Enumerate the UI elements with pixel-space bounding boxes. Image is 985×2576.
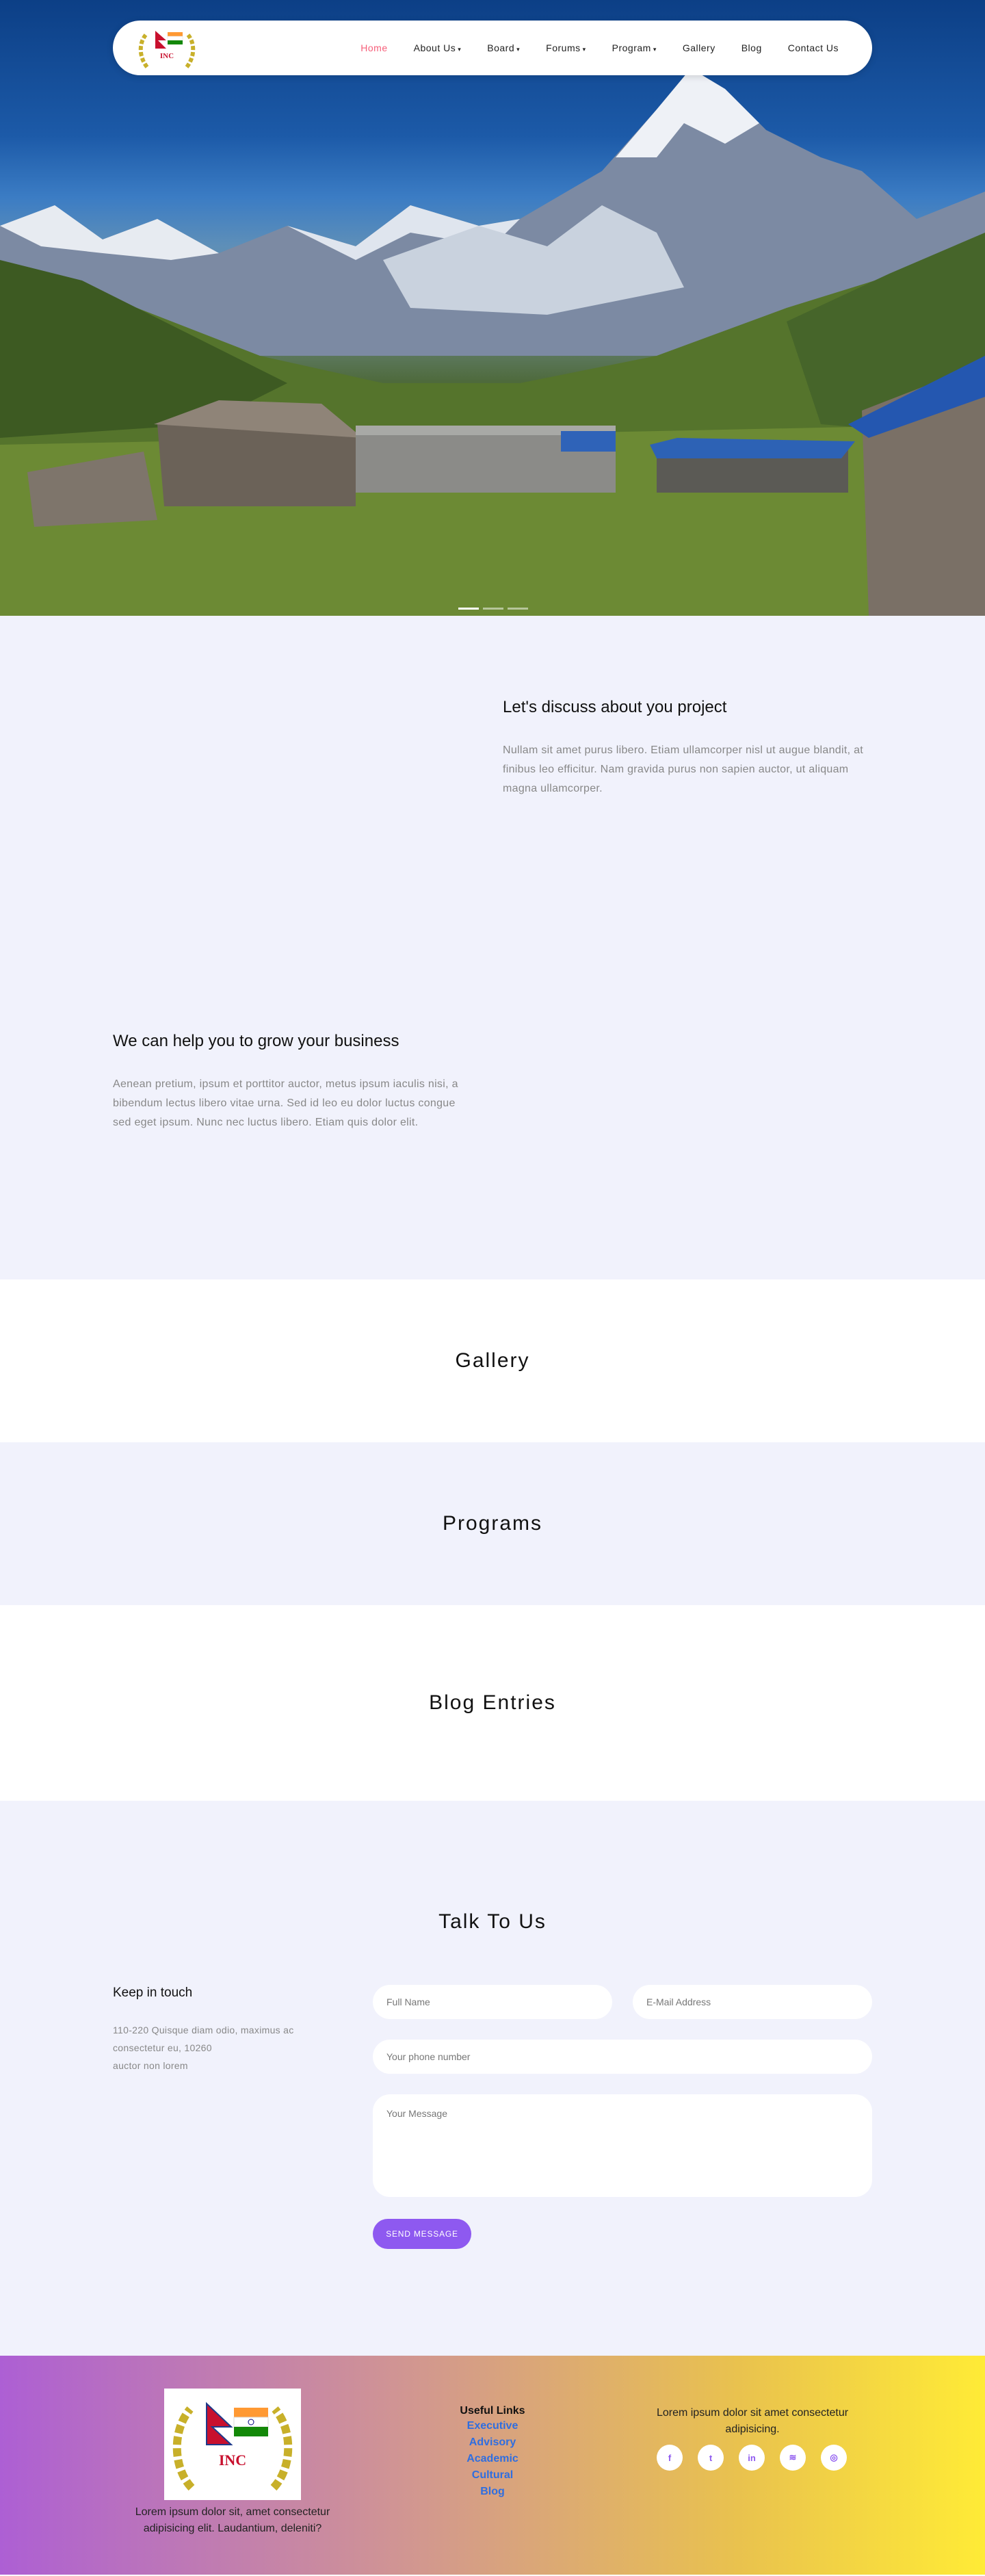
facebook-icon[interactable]: f (657, 2445, 683, 2471)
features-section: Let's discuss about you project Nullam s… (0, 616, 985, 1279)
nav-item-gallery[interactable]: Gallery (670, 42, 728, 53)
full-name-input[interactable]: Full Name (373, 1985, 612, 2019)
feature-text: Aenean pretium, ipsum et porttitor aucto… (113, 1078, 458, 1128)
address-text: 110-220 Quisque diam odio, maximus ac co… (113, 2021, 318, 2074)
placeholder-text: Full Name (386, 1996, 430, 2007)
nav-item-about-us[interactable]: About Us ▾ (401, 42, 475, 53)
contact-section: Talk To Us Keep in touch 110-220 Quisque… (0, 1801, 985, 2356)
linkedin-icon[interactable]: in (739, 2445, 765, 2471)
nav-menu: Home About Us ▾ Board ▾ Forums ▾ Program ▾ Galler… (347, 42, 852, 53)
footer-about-text: Lorem ipsum dolor sit amet consectetur a… (656, 2407, 849, 2435)
hero-banner: INC Home About Us ▾ Board ▾ Forums ▾ Program ▾ Ga… (0, 0, 985, 616)
programs-title: Programs (442, 1512, 543, 1535)
caret-down-icon: ▾ (516, 46, 521, 53)
footer-logo[interactable]: INC (164, 2389, 301, 2500)
keep-in-touch-title: Keep in touch (113, 1986, 193, 2000)
nav-item-home[interactable]: Home (347, 42, 400, 53)
nav-item-label: About Us (413, 42, 456, 53)
feature-grow: We can help you to grow your business Ae… (113, 1032, 475, 1132)
email-input[interactable]: E-Mail Address (633, 1985, 872, 2019)
address-line: 110-220 Quisque diam odio, maximus ac co… (113, 2025, 294, 2053)
footer-link-blog[interactable]: Blog (424, 2484, 561, 2500)
nav-item-label: Board (487, 42, 515, 53)
slider-dot[interactable] (508, 608, 528, 610)
caret-down-icon: ▾ (458, 46, 462, 53)
programs-section: Programs (0, 1442, 985, 1605)
feature-title: We can help you to grow your business (113, 1032, 399, 1050)
phone-input[interactable]: Your phone number (373, 2040, 872, 2074)
nav-item-blog[interactable]: Blog (728, 42, 775, 53)
message-textarea[interactable]: Your Message (373, 2094, 872, 2197)
nav-item-program[interactable]: Program ▾ (599, 42, 670, 53)
nav-item-label: Home (360, 42, 388, 53)
feature-text: Nullam sit amet purus libero. Etiam ulla… (503, 744, 864, 794)
address-line: auctor non lorem (113, 2060, 188, 2071)
nav-item-label: Gallery (682, 42, 715, 53)
feature-discuss: Let's discuss about you project Nullam s… (503, 698, 865, 798)
site-footer: INC Lorem ipsum dolor sit, amet consecte… (0, 2356, 985, 2575)
keep-in-touch: Keep in touch 110-220 Quisque diam odio,… (113, 1986, 318, 2074)
nav-item-label: Forums (546, 42, 581, 53)
logo-text: INC (160, 52, 174, 60)
logo-text: INC (219, 2451, 246, 2469)
caret-down-icon: ▾ (582, 46, 586, 53)
slider-dot[interactable] (458, 608, 479, 610)
feature-title: Let's discuss about you project (503, 698, 727, 716)
rss-icon[interactable]: ≋ (780, 2445, 806, 2471)
useful-links: Useful Links Executive Advisory Academic Cu… (424, 2405, 561, 2500)
nav-item-label: Blog (741, 42, 762, 53)
footer-logo-caption: Lorem ipsum dolor sit, amet consectetur … (135, 2506, 330, 2534)
main-navbar: INC Home About Us ▾ Board ▾ Forums ▾ Program ▾ Ga… (113, 21, 872, 75)
send-message-button[interactable]: SEND MESSAGE (373, 2219, 471, 2249)
blog-title: Blog Entries (429, 1691, 556, 1714)
contact-title: Talk To Us (438, 1910, 547, 1933)
nav-item-forums[interactable]: Forums ▾ (533, 42, 599, 53)
slider-indicators (458, 608, 528, 610)
placeholder-text: Your Message (386, 2108, 447, 2119)
nav-item-label: Program (612, 42, 651, 53)
useful-links-title: Useful Links (460, 2405, 525, 2417)
gallery-section: Gallery (0, 1279, 985, 1442)
twitter-icon[interactable]: t (698, 2445, 724, 2471)
social-icons: f t in ≋ ◎ (657, 2445, 847, 2471)
blog-section: Blog Entries (0, 1605, 985, 1801)
mountain-landscape-image (0, 68, 985, 616)
gallery-title: Gallery (455, 1349, 530, 1372)
footer-link-executive[interactable]: Executive (424, 2418, 561, 2434)
footer-link-academic[interactable]: Academic (424, 2451, 561, 2467)
placeholder-text: Your phone number (386, 2051, 471, 2062)
footer-link-advisory[interactable]: Advisory (424, 2434, 561, 2451)
caret-down-icon: ▾ (653, 46, 657, 53)
site-logo[interactable]: INC (133, 23, 200, 73)
dribbble-icon[interactable]: ◎ (821, 2445, 847, 2471)
nav-item-label: Contact Us (787, 42, 839, 53)
placeholder-text: E-Mail Address (646, 1996, 711, 2007)
nav-item-contact-us[interactable]: Contact Us (775, 42, 852, 53)
footer-link-cultural[interactable]: Cultural (424, 2467, 561, 2484)
slider-dot[interactable] (483, 608, 503, 610)
nav-item-board[interactable]: Board ▾ (474, 42, 533, 53)
